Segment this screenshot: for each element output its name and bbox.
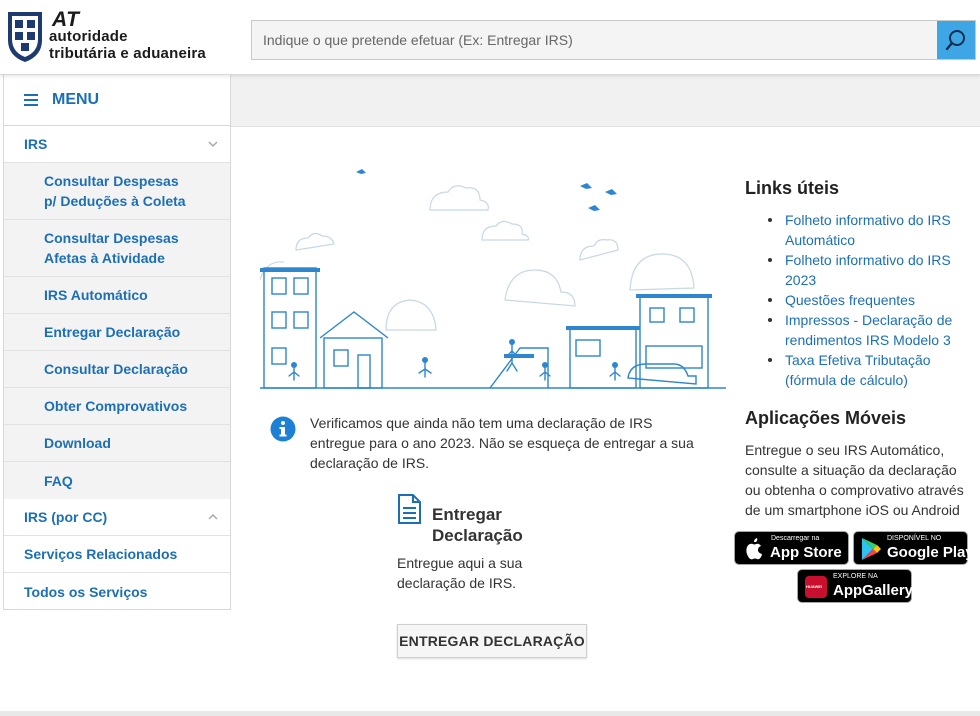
- apps-text: Entregue o seu IRS Automático, consulte …: [745, 442, 964, 518]
- sidebar-item-obter-comprovativos[interactable]: Obter Comprovativos: [4, 388, 230, 425]
- city-illustration: [260, 169, 726, 389]
- card-description: Entregue aqui a sua declaração de IRS.: [397, 555, 523, 591]
- sidebar-item-label: Consultar Despesas Afetas à Atividade: [44, 230, 179, 266]
- search-bar: [251, 20, 976, 60]
- brand-line-1: autoridade: [49, 28, 128, 45]
- menu-toggle[interactable]: MENU: [4, 75, 230, 126]
- search-icon: [945, 30, 965, 51]
- app-store-small-text: Descarregar na: [771, 535, 820, 542]
- link-questoes-frequentes[interactable]: Questões frequentes: [768, 290, 970, 310]
- at-logo[interactable]: AT autoridade tributária e aduaneira: [6, 8, 216, 66]
- sidebar-item-faq[interactable]: FAQ: [4, 462, 230, 499]
- sidebar-item-irs[interactable]: IRS: [4, 126, 230, 163]
- app-store-label: App Store: [770, 544, 842, 561]
- top-banner: [231, 75, 980, 127]
- link-impressos-modelo-3[interactable]: Impressos - Declaração de rendimentos IR…: [768, 310, 970, 350]
- link-folheto-irs-2023[interactable]: Folheto informativo do IRS 2023: [768, 250, 970, 290]
- sidebar-item-label: FAQ: [44, 472, 73, 489]
- card-title: Entregar Declaração: [432, 505, 523, 545]
- links-section: Links úteis Folheto informativo do IRS A…: [745, 178, 970, 390]
- google-play-icon: [862, 538, 881, 560]
- apps-title: Aplicações Móveis: [745, 408, 907, 428]
- sidebar-item-label: Obter Comprovativos: [44, 398, 188, 414]
- hamburger-icon: [24, 94, 38, 106]
- sidebar-item-label: Todos os Serviços: [24, 583, 148, 600]
- app-store-badge[interactable]: Descarregar na App Store: [734, 531, 849, 565]
- sidebar-item-download[interactable]: Download: [4, 425, 230, 462]
- sidebar-item-label: Consultar Despesas p/ Deduções à Coleta: [44, 173, 186, 209]
- app-gallery-small-text: EXPLORE NA: [833, 573, 878, 580]
- sidebar-item-label: Download: [44, 435, 111, 451]
- menu-label: MENU: [52, 91, 100, 108]
- google-play-badge[interactable]: DISPONÍVEL NO Google Play: [853, 531, 974, 565]
- google-play-small-text: DISPONÍVEL NO: [887, 535, 942, 542]
- google-play-label: Google Play: [887, 544, 974, 561]
- header: AT autoridade tributária e aduaneira: [0, 0, 980, 75]
- links-list: Folheto informativo do IRS Automático Fo…: [745, 210, 970, 390]
- info-icon: [270, 416, 296, 442]
- search-button[interactable]: [937, 21, 975, 59]
- sidebar-item-label: IRS Automático: [44, 287, 148, 303]
- document-icon: [398, 494, 421, 524]
- link-folheto-irs-automatico[interactable]: Folheto informativo do IRS Automático: [768, 210, 970, 250]
- info-text: Verificamos que ainda não tem uma declar…: [310, 415, 694, 471]
- sidebar-item-servicos-relacionados[interactable]: Serviços Relacionados: [4, 536, 230, 573]
- sidebar-item-label: IRS (por CC): [24, 509, 108, 525]
- at-emblem-icon: [8, 12, 42, 62]
- sidebar-item-irs-automatico[interactable]: IRS Automático: [4, 277, 230, 314]
- sidebar-item-label: IRS: [24, 136, 48, 152]
- sidebar-item-consultar-declaracao[interactable]: Consultar Declaração: [4, 351, 230, 388]
- sidebar-item-consultar-despesas-deducoes[interactable]: Consultar Despesas p/ Deduções à Coleta: [4, 163, 230, 220]
- sidebar-item-irs-por-cc[interactable]: IRS (por CC): [4, 499, 230, 536]
- sidebar-item-todos-servicos[interactable]: Todos os Serviços: [4, 573, 230, 610]
- sidebar-item-entregar-declaracao[interactable]: Entregar Declaração: [4, 314, 230, 351]
- sidebar-item-label: Entregar Declaração: [44, 324, 181, 340]
- sidebar-item-label: Consultar Declaração: [44, 361, 188, 377]
- huawei-icon: HUAWEI: [805, 576, 827, 598]
- app-gallery-badge[interactable]: HUAWEI EXPLORE NA AppGallery: [797, 569, 914, 603]
- irs-submenu: Consultar Despesas p/ Deduções à Coleta …: [4, 163, 230, 499]
- link-taxa-efetiva[interactable]: Taxa Efetiva Tributação (fórmula de cálc…: [768, 350, 970, 390]
- sidebar-item-consultar-despesas-atividade[interactable]: Consultar Despesas Afetas à Atividade: [4, 220, 230, 277]
- sidebar-item-label: Serviços Relacionados: [24, 546, 178, 562]
- chevron-down-icon: [208, 141, 218, 148]
- apple-icon: [746, 538, 762, 560]
- entregar-declaracao-button[interactable]: ENTREGAR DECLARAÇÃO: [397, 624, 587, 658]
- sidebar: MENU IRS Consultar Despesas p/ Deduções …: [3, 75, 231, 610]
- brand-line-2: tributária e aduaneira: [49, 45, 206, 62]
- search-input[interactable]: [252, 21, 938, 59]
- chevron-up-icon: [208, 513, 218, 520]
- footer-edge: [0, 711, 980, 716]
- app-gallery-label: AppGallery: [833, 582, 914, 599]
- links-title: Links úteis: [745, 178, 840, 198]
